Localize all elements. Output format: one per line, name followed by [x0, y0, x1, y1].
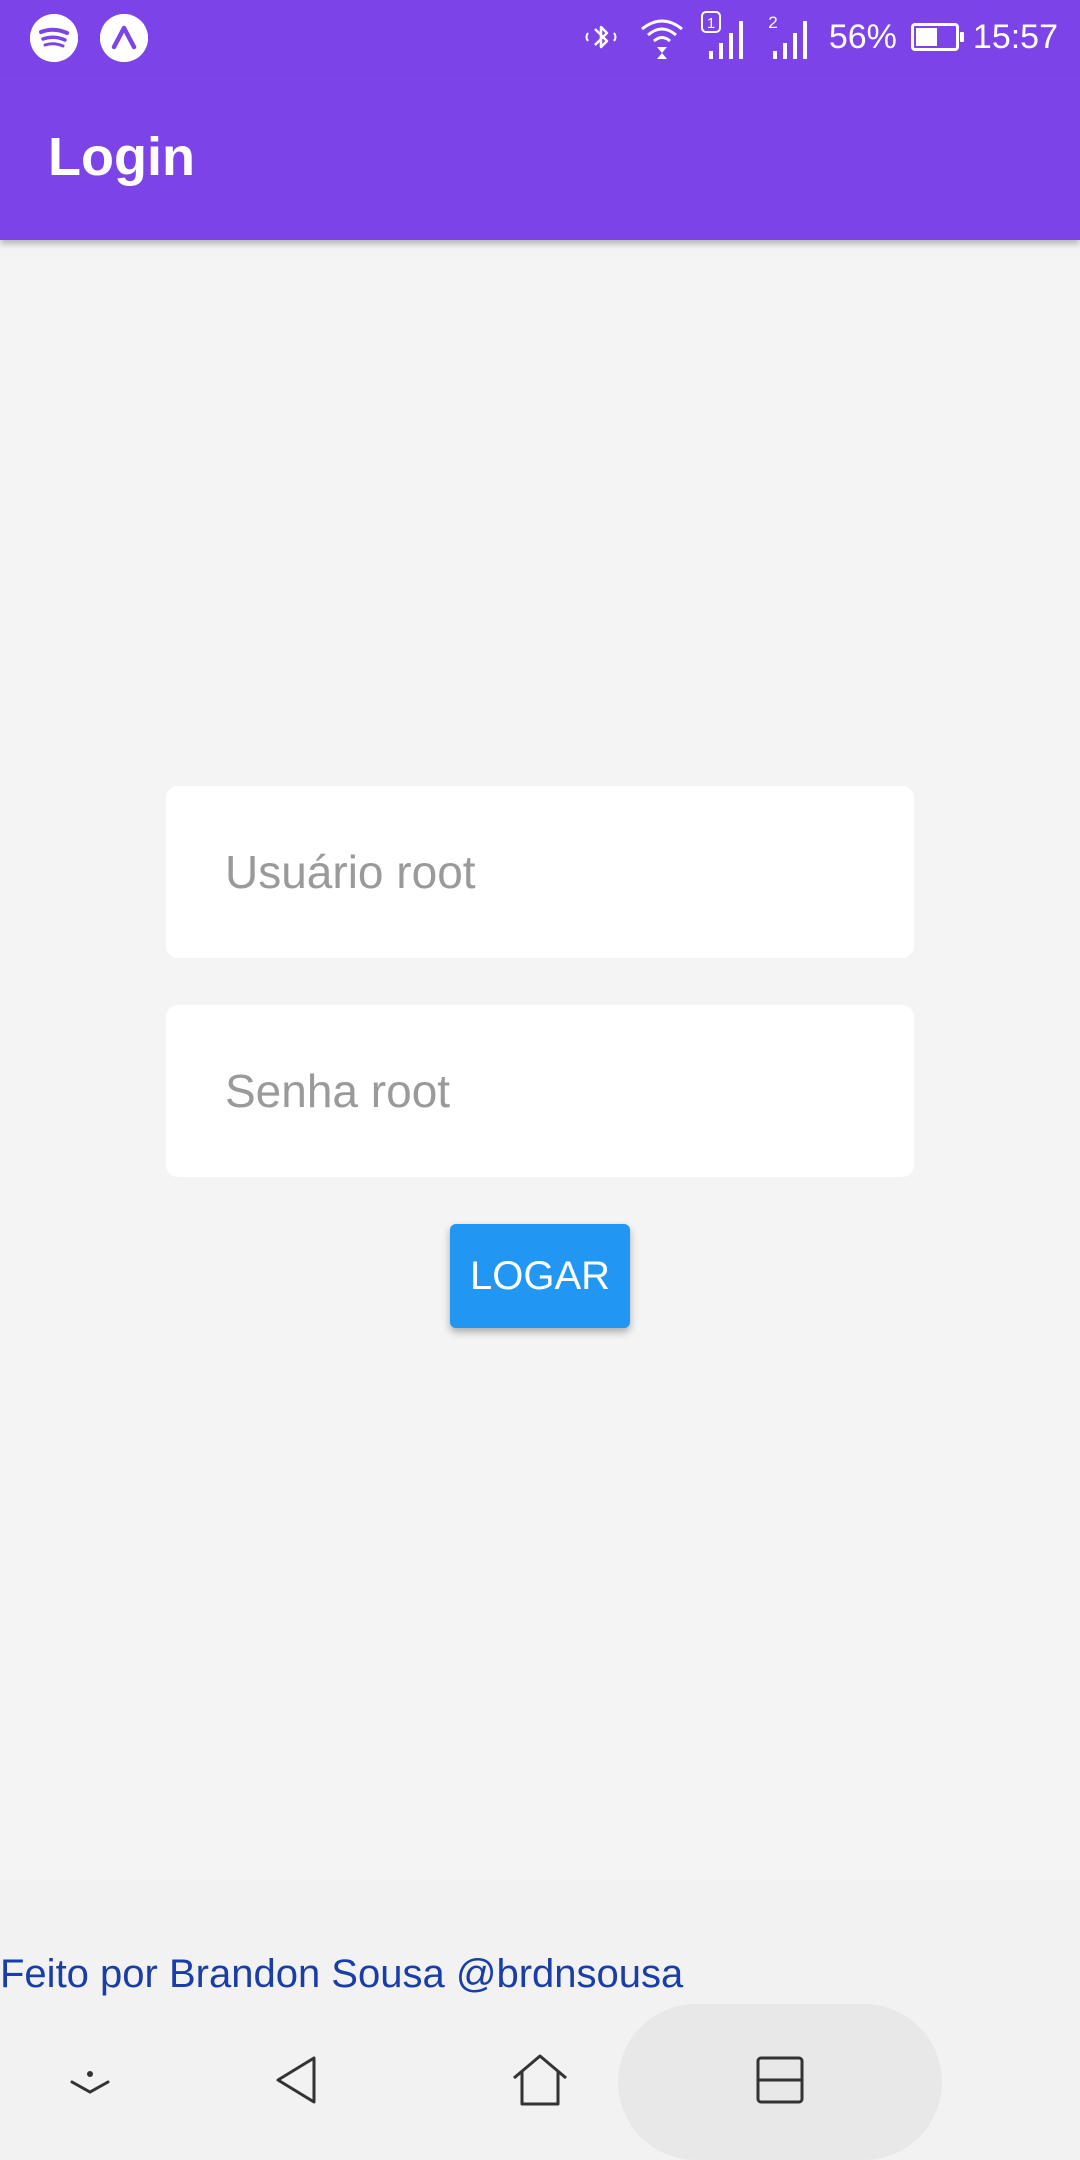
navigation-bar	[0, 2000, 1080, 2160]
sim1-signal-icon: 1	[700, 11, 743, 59]
battery-percent: 56%	[828, 17, 897, 56]
home-icon[interactable]	[504, 2044, 576, 2116]
battery-fill	[915, 28, 937, 46]
clock: 15:57	[972, 17, 1058, 56]
svg-text:1: 1	[707, 15, 715, 32]
recents-icon[interactable]	[744, 2044, 816, 2116]
app-bar: Login	[0, 74, 1080, 240]
svg-text:2: 2	[768, 13, 777, 32]
battery-icon	[910, 23, 964, 51]
password-input[interactable]	[166, 1005, 914, 1177]
sim2-signal-icon: 2	[768, 13, 807, 59]
login-button[interactable]: LOGAR	[450, 1224, 630, 1328]
credit-link[interactable]: Feito por Brandon Sousa @brdnsousa	[0, 1952, 683, 1997]
page-title: Login	[48, 127, 195, 187]
bluetooth-icon	[585, 25, 617, 49]
expo-icon	[100, 14, 148, 62]
username-input[interactable]	[166, 786, 914, 958]
back-icon[interactable]	[264, 2044, 336, 2116]
status-bar: 1 2 56% 15:57	[0, 0, 1080, 74]
wifi-icon	[640, 19, 683, 59]
spotify-icon	[30, 14, 78, 62]
chevron-down-icon[interactable]	[54, 2044, 126, 2116]
